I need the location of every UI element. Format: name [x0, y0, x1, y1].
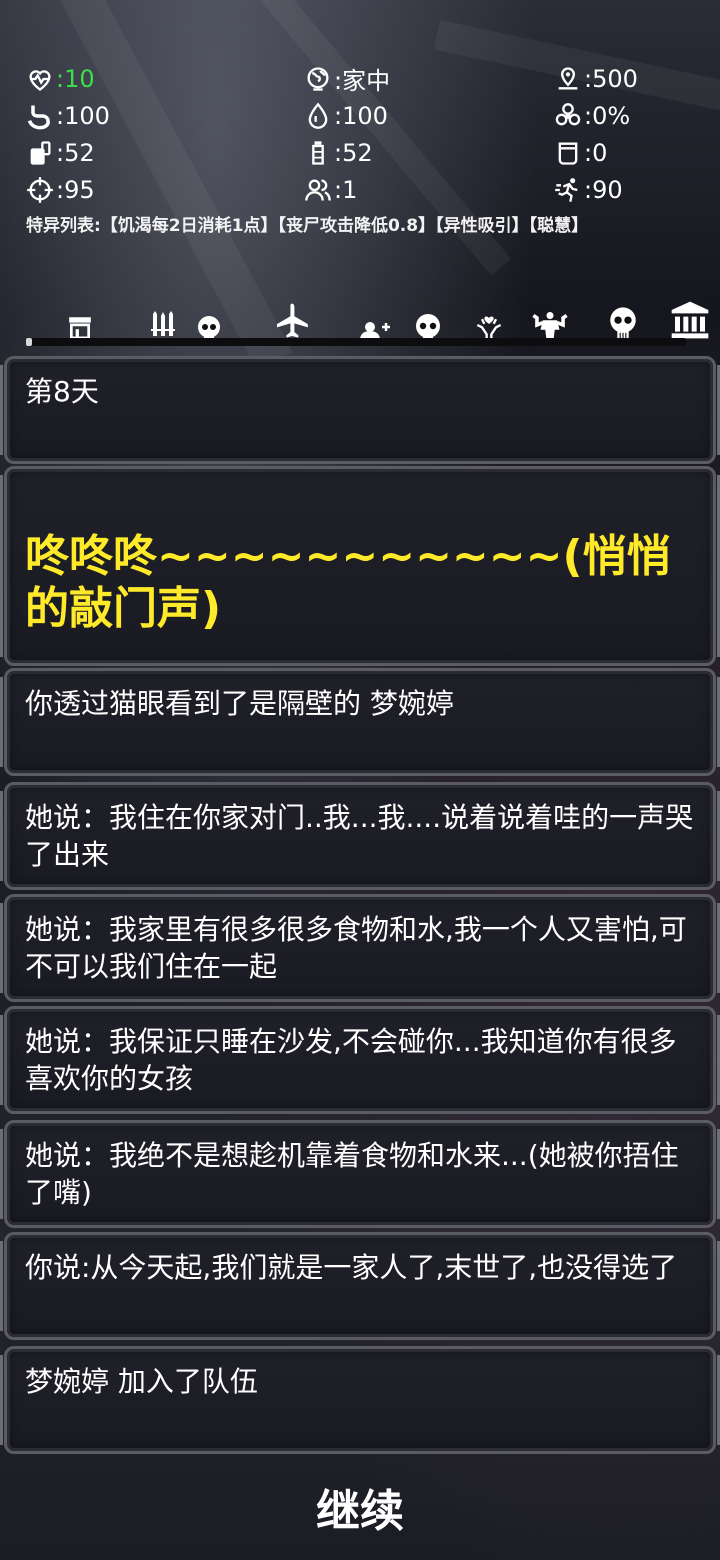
thirst-value: :100: [334, 101, 388, 130]
log-entry: 梦婉婷 加入了队伍: [0, 1346, 720, 1454]
log-entry: 她说：我绝不是想趁机靠着食物和水来...(她被你捂住了嘴): [0, 1120, 720, 1228]
log-text: 咚咚咚~~~~~~~~~~~(悄悄的敲门声): [25, 531, 671, 634]
log-entry: 第8天: [0, 356, 720, 464]
location-stat: :家中: [304, 60, 554, 97]
tab-recruit[interactable]: [360, 296, 446, 340]
tab-zombies[interactable]: [604, 296, 642, 340]
log-text: 梦婉婷 加入了队伍: [25, 1365, 258, 1398]
location-value: :家中: [334, 67, 391, 95]
food-can-icon: [30, 140, 51, 165]
food-stat: :52: [26, 134, 304, 171]
action-tab-bar: [0, 296, 720, 348]
running-icon: [555, 177, 578, 202]
log-entry: 你说:从今天起,我们就是一家人了,末世了,也没得选了: [0, 1232, 720, 1340]
bullets-value: :0: [584, 138, 608, 167]
tab-scrollbar-thumb[interactable]: [26, 338, 32, 346]
tab-bank[interactable]: [668, 296, 712, 340]
location-pin-icon: [558, 66, 578, 89]
tab-travel[interactable]: [272, 296, 312, 340]
agility-stat: :90: [554, 171, 696, 208]
water-drop-icon: [308, 102, 328, 129]
crosshair-icon: [27, 176, 53, 203]
log-text: 她说：我保证只睡在沙发,不会碰你...我知道你有很多喜欢你的女孩: [25, 1025, 677, 1095]
skull-icon: [610, 307, 636, 339]
log-text: 你透过猫眼看到了是隔壁的 梦婉婷: [25, 687, 454, 720]
health-value: :10: [56, 64, 95, 93]
traits-list: 特异列表:【饥渴每2日消耗1点】【丧尸攻击降低0.8】【异性吸引】【聪慧】: [26, 216, 589, 236]
team-value: :1: [334, 175, 358, 204]
log-entry-highlight: 咚咚咚~~~~~~~~~~~(悄悄的敲门声): [0, 466, 720, 666]
thirst-stat: :100: [304, 97, 554, 134]
continue-button[interactable]: 继续: [260, 1480, 460, 1544]
accuracy-value: :95: [56, 175, 95, 204]
bank-icon: [671, 301, 709, 339]
log-text: 第8天: [25, 375, 99, 408]
water-stat: :52: [304, 134, 554, 171]
stomach-icon: [27, 105, 50, 129]
people-icon: [305, 179, 331, 201]
stats-panel: :10 :家中 :500 :100 :100 :0% :52 :52 :0 :9…: [26, 60, 696, 208]
distance-value: :500: [584, 64, 638, 93]
tab-shop[interactable]: [66, 296, 94, 340]
infection-value: :0%: [584, 101, 631, 130]
hunger-value: :100: [56, 101, 110, 130]
weapons-skull-icon: [151, 311, 220, 339]
log-text: 她说：我绝不是想趁机靠着食物和水来...(她被你捂住了嘴): [25, 1139, 679, 1209]
water-bottle-icon: [312, 140, 324, 165]
food-value: :52: [56, 138, 95, 167]
team-stat: :1: [304, 171, 554, 208]
globe-icon: [307, 66, 329, 91]
health-stat: :10: [26, 60, 304, 97]
log-entry: 她说：我住在你家对门..我...我....说着说着哇的一声哭了出来: [0, 782, 720, 890]
log-text: 你说:从今天起,我们就是一家人了,末世了,也没得选了: [25, 1251, 678, 1284]
heartbeat-icon: [29, 69, 51, 91]
shop-icon: [69, 317, 91, 340]
tab-training[interactable]: [530, 296, 570, 340]
cup-icon: [558, 142, 578, 165]
distance-stat: :500: [554, 60, 696, 97]
airplane-icon: [276, 303, 308, 338]
add-member-skull-icon: [360, 314, 440, 340]
tab-scrollbar[interactable]: [26, 338, 686, 346]
accuracy-stat: :95: [26, 171, 304, 208]
log-entry: 你透过猫眼看到了是隔壁的 梦婉婷: [0, 668, 720, 776]
infection-stat: :0%: [554, 97, 696, 134]
bullets-stat: :0: [554, 134, 696, 171]
log-entry: 她说：我家里有很多很多食物和水,我一个人又害怕,可不可以我们住在一起: [0, 894, 720, 1002]
log-text: 她说：我家里有很多很多食物和水,我一个人又害怕,可不可以我们住在一起: [25, 913, 687, 983]
muscle-icon: [532, 311, 568, 340]
water-value: :52: [334, 138, 373, 167]
agility-value: :90: [584, 175, 623, 204]
heal-skull-icon: [476, 316, 502, 339]
hunger-stat: :100: [26, 97, 304, 134]
log-text: 她说：我住在你家对门..我...我....说着说着哇的一声哭了出来: [25, 801, 694, 871]
tab-weapons[interactable]: [148, 296, 224, 340]
tab-heal[interactable]: [474, 296, 504, 340]
log-entry: 她说：我保证只睡在沙发,不会碰你...我知道你有很多喜欢你的女孩: [0, 1006, 720, 1114]
biohazard-icon: [555, 102, 581, 125]
